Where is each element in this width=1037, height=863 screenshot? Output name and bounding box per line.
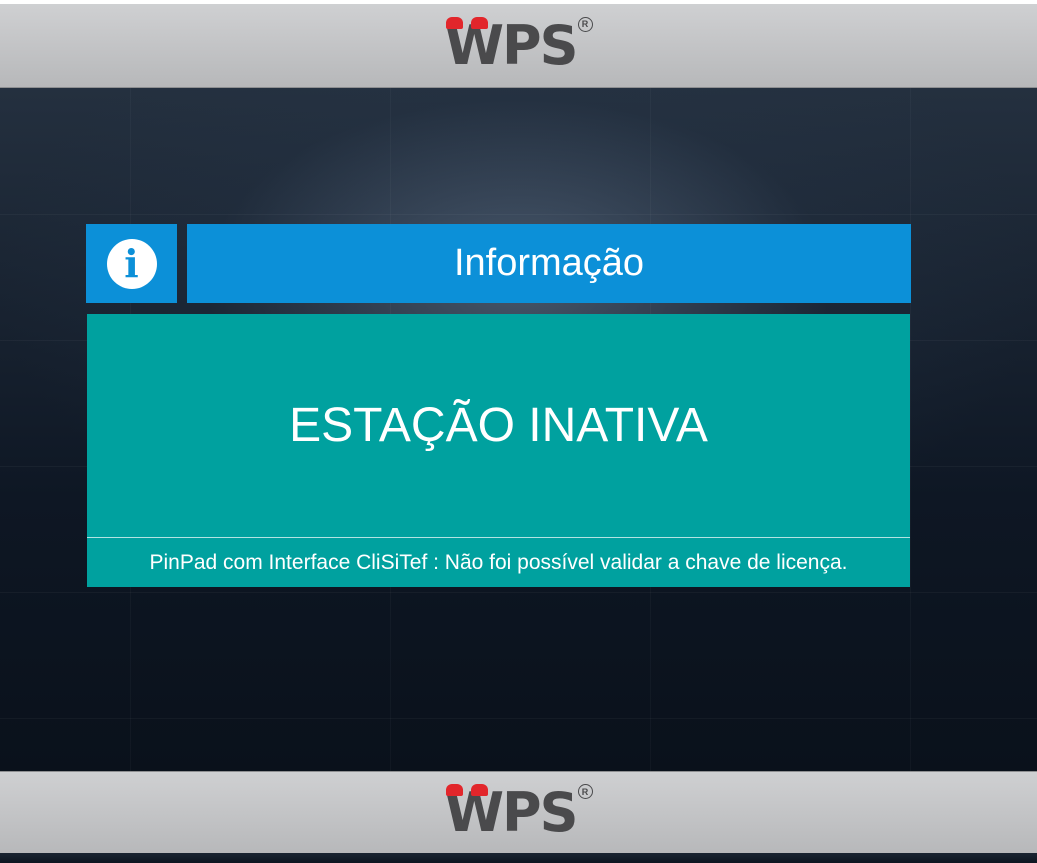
wps-logo-dots [446, 16, 506, 31]
bottom-strip [0, 853, 1037, 863]
info-icon: i [106, 238, 157, 289]
dialog-detail: PinPad com Interface CliSiTef : Não foi … [87, 538, 910, 587]
wps-logo: WPS R [444, 784, 593, 840]
info-icon-box: i [86, 224, 177, 303]
footer-bar: WPS R [0, 771, 1037, 854]
wps-logo: WPS R [444, 16, 593, 73]
registered-mark-icon: R [577, 784, 593, 799]
header-bar: WPS R [0, 4, 1037, 88]
dialog-title: Informação [187, 224, 911, 303]
wps-logo-dots [446, 784, 506, 798]
registered-mark-icon: R [577, 16, 593, 32]
dialog-message: ESTAÇÃO INATIVA [87, 314, 910, 538]
